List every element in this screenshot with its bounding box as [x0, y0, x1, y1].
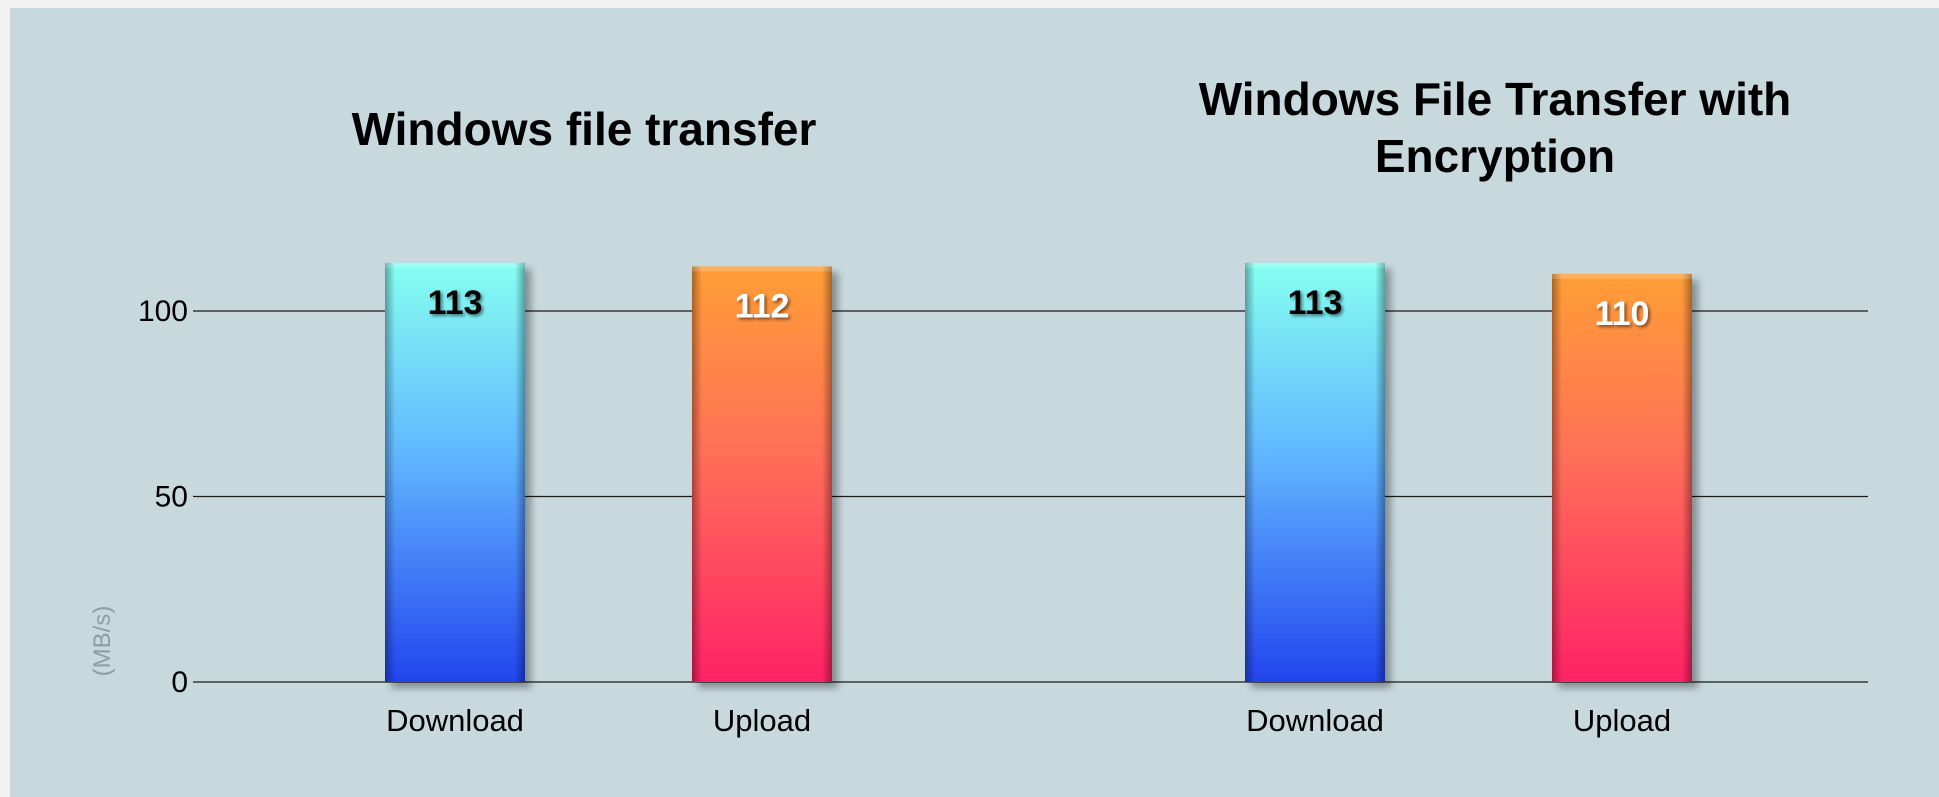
bar-top-bevel — [1245, 262, 1385, 268]
bar-top-bevel — [692, 266, 832, 272]
category-label: Download — [386, 703, 524, 738]
chart-title-line: Windows File Transfer with — [1199, 73, 1792, 125]
bar-edge-left — [1245, 262, 1255, 682]
data-label: 112 — [735, 287, 790, 325]
bar-download — [1245, 262, 1385, 682]
chart-title-line: Encryption — [1375, 130, 1615, 182]
bar-edge-left — [1552, 273, 1562, 682]
category-label: Upload — [1573, 703, 1671, 738]
bar-edge-left — [385, 262, 395, 682]
bar-edge-left — [692, 266, 702, 682]
chart-panel: 0 50 100 (MB/s) Windows file transfer Windo… — [10, 8, 1939, 797]
category-labels: Download Upload Download Upload — [386, 703, 1671, 738]
y-axis-label: (MB/s) — [89, 606, 116, 677]
y-axis: 0 50 100 — [138, 295, 188, 699]
bar-body — [1552, 273, 1692, 682]
data-label: 113 — [1288, 284, 1343, 322]
bar-upload — [1552, 273, 1692, 682]
bar-edge-right — [1375, 262, 1385, 682]
bar-edge-right — [822, 266, 832, 682]
y-tick-label: 0 — [171, 666, 188, 699]
bar-chart: 050100 (MB/s) Windows file transferWindo… — [89, 73, 1868, 738]
bar-body — [385, 262, 525, 682]
bar-download — [385, 262, 525, 682]
bar-top-bevel — [1552, 273, 1692, 279]
bar-body — [1245, 262, 1385, 682]
y-tick-label: 100 — [138, 295, 188, 328]
chart-titles: Windows file transfer Windows File Transf… — [352, 73, 1792, 182]
bar-edge-right — [1682, 273, 1692, 682]
bar-upload — [692, 266, 832, 682]
chart-title-line: Windows file transfer — [352, 103, 817, 155]
category-label: Upload — [713, 703, 811, 738]
category-label: Download — [1246, 703, 1384, 738]
bar-edge-right — [515, 262, 525, 682]
bar-top-bevel — [385, 262, 525, 268]
data-label: 110 — [1595, 295, 1650, 333]
bars: 113 112 113 110 — [385, 262, 1692, 682]
bar-body — [692, 266, 832, 682]
data-label: 113 — [428, 284, 483, 322]
y-tick-label: 50 — [155, 481, 188, 514]
